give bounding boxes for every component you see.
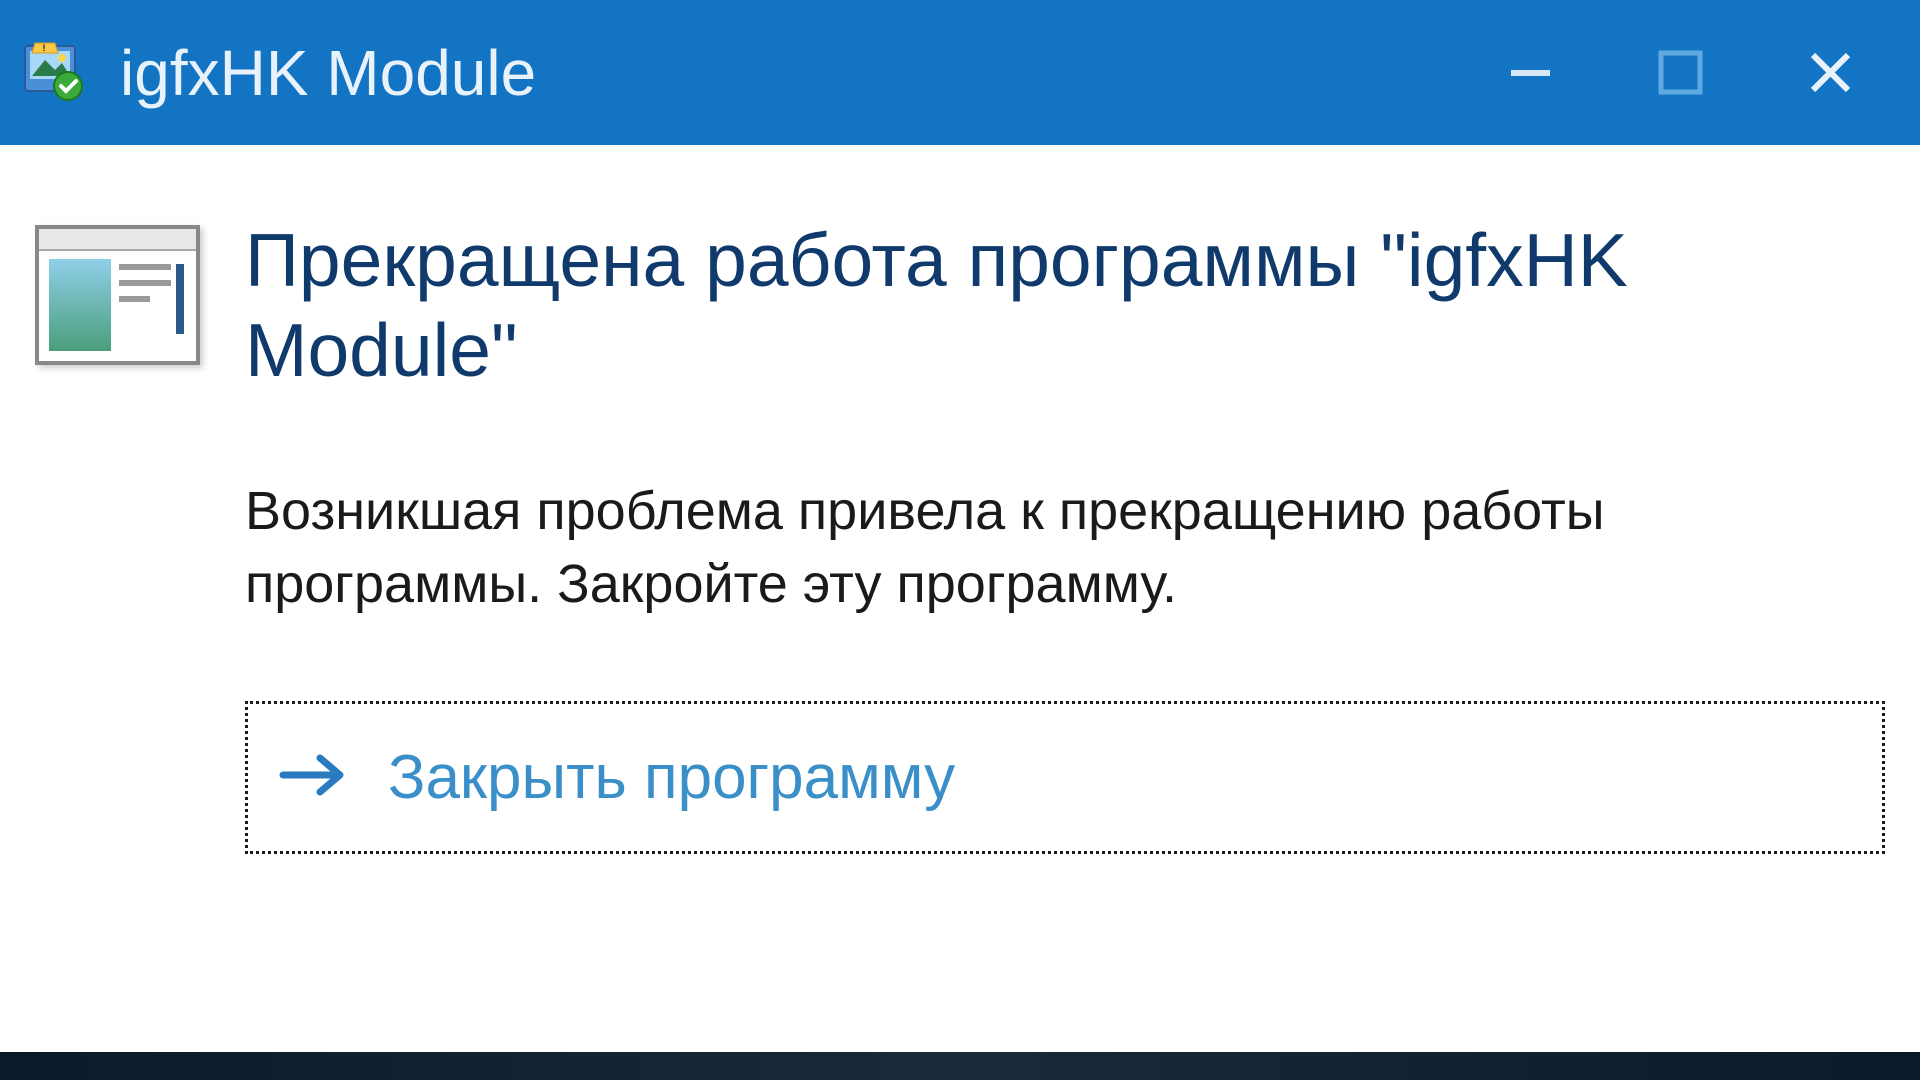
maximize-icon <box>1653 45 1708 100</box>
close-program-button[interactable]: Закрыть программу <box>245 701 1885 854</box>
close-button[interactable] <box>1800 43 1860 103</box>
content-text-area: Прекращена работа программы "igfxHK Modu… <box>245 215 1885 1012</box>
maximize-button[interactable] <box>1650 43 1710 103</box>
app-icon: ! <box>20 38 90 108</box>
error-description: Возникшая проблема привела к прекращению… <box>245 475 1885 621</box>
error-heading: Прекращена работа программы "igfxHK Modu… <box>245 215 1885 395</box>
window-title: igfxHK Module <box>120 36 1500 110</box>
arrow-right-icon <box>278 750 353 805</box>
dialog-content: Прекращена работа программы "igfxHK Modu… <box>0 145 1920 1052</box>
minimize-icon <box>1503 45 1558 100</box>
close-program-label: Закрыть программу <box>388 742 955 813</box>
minimize-button[interactable] <box>1500 43 1560 103</box>
window-titlebar[interactable]: ! igfxHK Module <box>0 0 1920 145</box>
program-window-icon <box>35 225 200 365</box>
bottom-strip <box>0 1052 1920 1080</box>
error-dialog-window: ! igfxHK Module <box>0 0 1920 1080</box>
error-icon-container <box>35 215 200 1012</box>
svg-text:!: ! <box>43 43 46 53</box>
close-icon <box>1803 45 1858 100</box>
window-controls <box>1500 43 1900 103</box>
